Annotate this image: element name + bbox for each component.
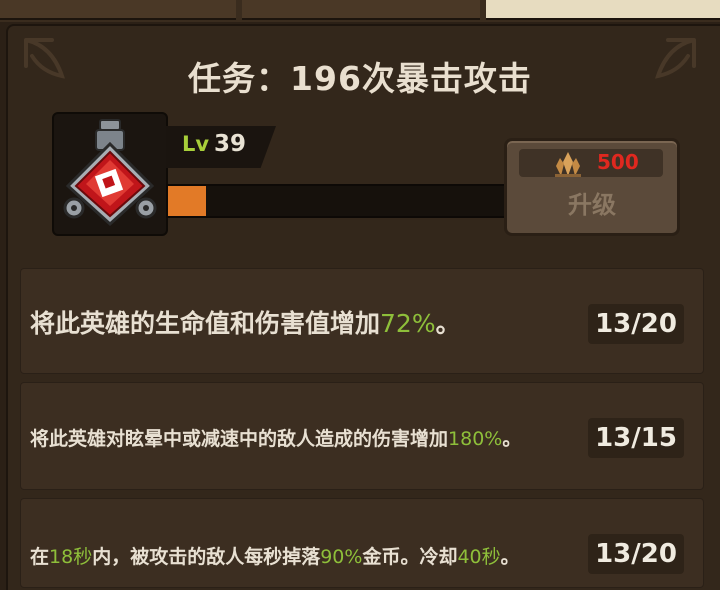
level-label: Lv: [182, 132, 210, 156]
crystal-icon: [555, 152, 581, 177]
upgrade-cost-value: 500: [597, 150, 639, 174]
top-tab-middle[interactable]: [242, 0, 480, 20]
level-progress-bar: [166, 184, 514, 218]
quest-title: 任务：196次暴击攻击: [0, 52, 720, 100]
upgrade-button-label: 升级: [568, 191, 616, 219]
top-tab-left[interactable]: [0, 0, 236, 20]
skill-description: 将此英雄对眩晕中或减速中的敌人造成的伤害增加180%。: [30, 428, 522, 450]
top-tab-right[interactable]: [486, 0, 720, 20]
upgrade-cost: 500: [519, 149, 663, 177]
skill-row[interactable]: 将此英雄对眩晕中或减速中的敌人造成的伤害增加180%。 13/15: [20, 382, 704, 490]
skill-description: 在18秒内，被攻击的敌人每秒掉落90%金币。冷却40秒。: [30, 546, 520, 568]
skill-progress-count: 13/20: [588, 304, 684, 344]
hero-item-icon-frame[interactable]: [52, 112, 168, 236]
level-value: 39: [214, 131, 247, 157]
skill-description: 将此英雄的生命值和伤害值增加72%。: [30, 309, 461, 338]
quest-prefix: 任务：: [188, 59, 291, 98]
level-progress-fill: [168, 186, 206, 216]
skill-progress-count: 13/15: [588, 418, 684, 458]
top-tab-bar: [0, 0, 720, 22]
potion-crit-icon: [63, 119, 157, 227]
skill-row[interactable]: 将此英雄的生命值和伤害值增加72%。 13/20: [20, 268, 704, 374]
quest-text: 196次暴击攻击: [290, 59, 532, 98]
upgrade-button[interactable]: 500 升级: [504, 138, 680, 236]
skill-row[interactable]: 在18秒内，被攻击的敌人每秒掉落90%金币。冷却40秒。 13/20: [20, 498, 704, 588]
skill-progress-count: 13/20: [588, 534, 684, 574]
